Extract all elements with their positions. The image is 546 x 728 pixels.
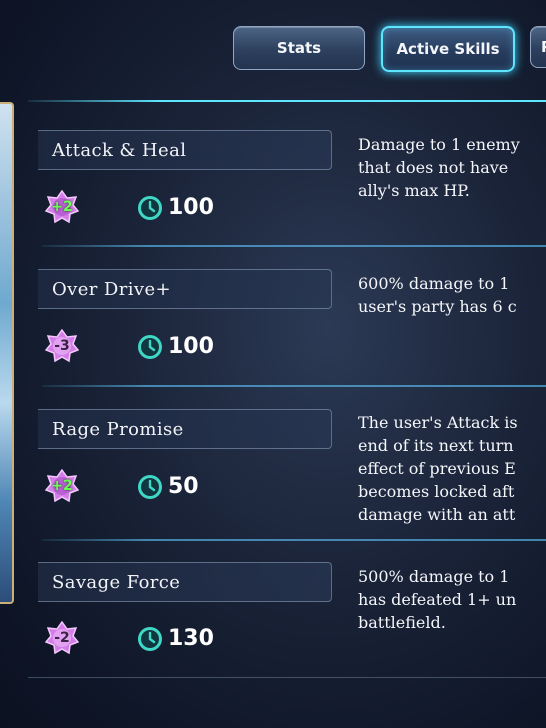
skill-name: Attack & Heal	[38, 130, 332, 170]
skill-separator	[42, 539, 546, 541]
gem-value: -3	[54, 338, 70, 354]
gem-value: +2	[51, 478, 73, 494]
clock-icon	[138, 196, 162, 220]
gem-value: -2	[54, 630, 70, 646]
cooldown-value: 100	[168, 195, 214, 220]
skill-description: 500% damage to 1 has defeated 1+ un batt…	[358, 567, 517, 632]
skill-name: Over Drive+	[38, 269, 332, 309]
clock-icon	[138, 335, 162, 359]
skill-description: Damage to 1 enemy that does not have all…	[358, 135, 520, 200]
magic-gem-icon: -3	[45, 329, 79, 363]
header-divider	[28, 100, 546, 102]
clock-icon	[138, 627, 162, 651]
skill-name: Savage Force	[38, 562, 332, 602]
tab-stats[interactable]: Stats	[233, 26, 365, 70]
tab-active-skills[interactable]: Active Skills	[381, 26, 515, 72]
card-art-edge	[0, 102, 14, 604]
cooldown-value: 100	[168, 334, 214, 359]
cooldown-value: 130	[168, 626, 214, 651]
skill-separator	[42, 385, 546, 387]
magic-gem-icon: -2	[45, 621, 79, 655]
tab-next[interactable]: P	[530, 26, 546, 68]
skill-separator	[42, 245, 546, 247]
panel-bottom-frame	[28, 677, 546, 681]
skill-description: 600% damage to 1 user's party has 6 c	[358, 274, 517, 316]
magic-gem-icon: +2	[45, 190, 79, 224]
clock-icon	[138, 475, 162, 499]
skill-description: The user's Attack is end of its next tur…	[358, 413, 518, 524]
gem-value: +2	[51, 199, 73, 215]
skill-name: Rage Promise	[38, 409, 332, 449]
cooldown-value: 50	[168, 474, 199, 499]
magic-gem-icon: +2	[45, 469, 79, 503]
